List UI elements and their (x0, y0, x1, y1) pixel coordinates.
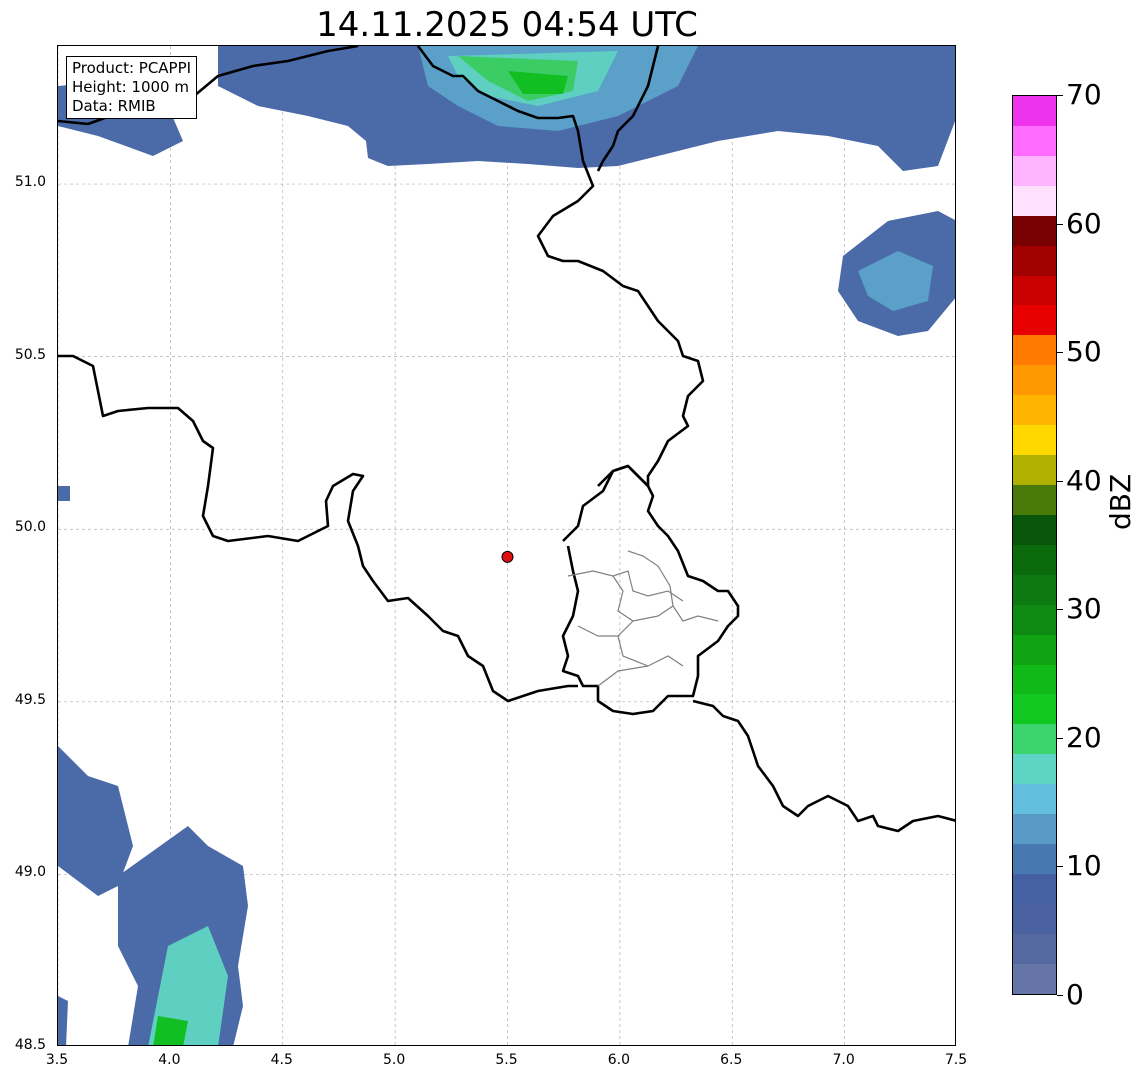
x-tick-label: 5.5 (495, 1052, 518, 1068)
y-tick-label: 49.0 (14, 864, 46, 881)
y-tick-label: 50.0 (14, 519, 46, 536)
colorbar-segment (1013, 724, 1056, 755)
colorbar-segment (1013, 963, 1056, 994)
colorbar-tick-mark (1057, 995, 1063, 996)
colorbar-tick-label: 20 (1066, 720, 1102, 754)
y-tick-label: 49.5 (14, 691, 46, 708)
colorbar-segment (1013, 664, 1056, 695)
border-fr-be (58, 354, 578, 703)
colorbar-segment (1013, 814, 1056, 845)
colorbar-segment (1013, 694, 1056, 725)
height-label: Height: 1000 m (72, 78, 189, 96)
map-canvas (58, 46, 955, 1045)
colorbar-segment (1013, 844, 1056, 874)
x-tick-label: 5.0 (382, 1052, 406, 1068)
colorbar-segment (1013, 544, 1056, 575)
radar-map[interactable] (57, 45, 956, 1046)
x-tick-label: 6.0 (607, 1052, 630, 1068)
country-borders (58, 46, 955, 833)
border-luxembourg (561, 464, 740, 716)
colorbar-tick-mark (1057, 866, 1063, 868)
colorbar-segment (1013, 365, 1056, 396)
colorbar-segment (1013, 873, 1056, 904)
x-tick-label: 7.0 (832, 1052, 855, 1068)
y-tick-label: 51.0 (14, 174, 46, 191)
precipitation-echoes (58, 46, 955, 1045)
colorbar-segment (1013, 754, 1056, 785)
data-source-label: Data: RMIB (72, 97, 156, 115)
colorbar-segment (1013, 155, 1056, 186)
border-be-de (536, 160, 705, 542)
x-tick-label: 6.5 (720, 1052, 743, 1068)
x-tick-label: 4.5 (270, 1052, 293, 1068)
luxembourg-districts (567, 550, 719, 687)
colorbar-segment (1013, 185, 1056, 216)
colorbar-tick-label: 10 (1066, 849, 1102, 883)
radar-site-marker[interactable] (501, 550, 514, 563)
colorbar-tick-label: 50 (1066, 335, 1102, 369)
colorbar-tick-label: 0 (1066, 978, 1084, 1011)
colorbar-tick-mark (1057, 609, 1063, 611)
colorbar-tick-label: 70 (1066, 78, 1102, 111)
colorbar-segment (1013, 275, 1056, 306)
colorbar-segment (1013, 425, 1056, 456)
colorbar-segment (1013, 215, 1056, 246)
product-info-box: Product: PCAPPI Height: 1000 m Data: RMI… (66, 56, 198, 119)
colorbar-segment (1013, 395, 1056, 426)
product-label: Product: PCAPPI (72, 59, 192, 77)
colorbar-segment (1013, 933, 1056, 964)
x-tick-label: 4.0 (158, 1052, 181, 1068)
colorbar-segment (1013, 634, 1056, 665)
colorbar-segment (1013, 903, 1056, 934)
colorbar-segment (1013, 335, 1056, 366)
colorbar-tick-mark (1057, 223, 1063, 225)
colorbar-segment (1013, 514, 1056, 545)
colorbar-segment (1013, 305, 1056, 336)
y-tick-label: 48.5 (14, 1037, 46, 1053)
colorbar-tick-mark (1057, 737, 1063, 739)
colorbar-tick-label: 60 (1066, 206, 1102, 240)
colorbar-tick-mark (1057, 480, 1063, 482)
colorbar-tick-label: 40 (1066, 463, 1102, 497)
x-tick-label: 7.5 (944, 1052, 968, 1068)
x-tick-label: 3.5 (45, 1052, 69, 1068)
colorbar-segment (1013, 455, 1056, 485)
colorbar-tick-label: 30 (1066, 592, 1102, 626)
colorbar-segment (1013, 484, 1056, 515)
echo-southwest-core-2 (153, 1016, 188, 1045)
colorbar-segment (1013, 574, 1056, 605)
colorbar-segment (1013, 784, 1056, 815)
echo-edge-south (58, 996, 68, 1045)
colorbar (1012, 95, 1057, 995)
colorbar-segment (1013, 245, 1056, 276)
y-tick-label: 50.5 (14, 346, 46, 363)
colorbar-segment (1013, 125, 1056, 156)
colorbar-tick-mark (1057, 352, 1063, 354)
colorbar-segment (1013, 604, 1056, 635)
colorbar-tick-mark (1057, 95, 1063, 96)
map-title: 14.11.2025 04:54 UTC (316, 5, 698, 45)
colorbar-segment (1013, 96, 1056, 126)
echo-west-edge (58, 486, 70, 501)
colorbar-label: dBZ (1104, 473, 1137, 530)
